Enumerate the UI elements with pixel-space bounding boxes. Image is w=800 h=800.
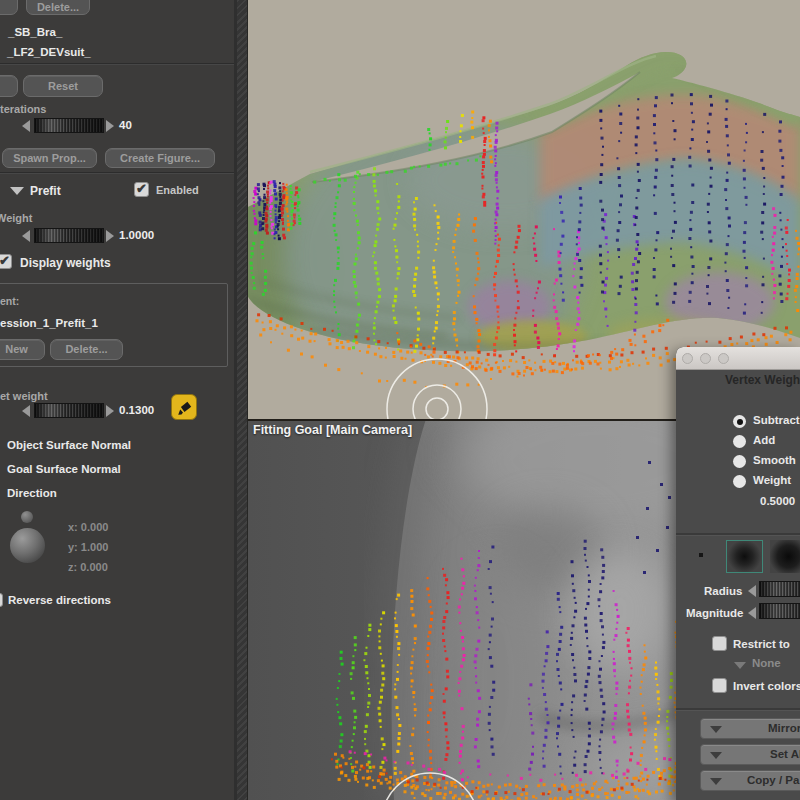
enabled-checkbox[interactable]: ✔ xyxy=(134,182,149,197)
copy-paste-section-button[interactable]: Copy / Pa xyxy=(700,770,800,791)
close-window-icon[interactable] xyxy=(682,353,693,364)
set-weight-value: 0.1300 xyxy=(119,404,154,416)
display-weights-checkbox[interactable]: ✔ xyxy=(0,254,12,269)
set-all-section-button[interactable]: Set All xyxy=(700,744,800,765)
weight-slider: 1.0000 xyxy=(0,228,234,244)
brush-value: 0.5000 xyxy=(760,495,795,507)
paint-weights-button[interactable] xyxy=(171,394,197,420)
application-window: Delete... _SB_Bra_ _LF2_DEVsuit_ Reset t… xyxy=(0,0,800,800)
session-current-label: ent: xyxy=(0,295,19,307)
iterations-slider: 40 xyxy=(0,118,234,134)
radio-add-label: Add xyxy=(753,434,775,446)
set-weight-increment[interactable] xyxy=(106,405,114,417)
prefit-collapse-icon[interactable] xyxy=(10,187,24,195)
check-icon: ✔ xyxy=(0,253,10,268)
weight-slider-track[interactable] xyxy=(34,228,104,243)
invert-colors-label: Invert colors xyxy=(733,680,800,692)
radio-smooth-label: Smooth xyxy=(753,454,796,466)
radio-subtract[interactable] xyxy=(733,415,746,428)
reverse-directions-checkbox[interactable] xyxy=(0,593,3,607)
session-delete-button[interactable]: Delete... xyxy=(50,339,123,360)
restrict-dropdown-value[interactable]: None xyxy=(752,657,781,669)
partial-button-reset-row[interactable] xyxy=(0,75,18,97)
prop-name-sb-bra[interactable]: _SB_Bra_ xyxy=(8,26,62,38)
mirror-label: Mirror xyxy=(768,722,800,734)
session-new-button[interactable]: New xyxy=(0,339,45,360)
prop-name-lf2-devsuit[interactable]: _LF2_DEVsuit_ xyxy=(7,46,91,58)
magnitude-decrement[interactable] xyxy=(748,607,756,619)
iterations-value: 40 xyxy=(119,119,132,131)
brush-icon xyxy=(176,399,194,417)
window-titlebar[interactable] xyxy=(676,347,800,370)
set-weight-slider-track[interactable] xyxy=(34,403,104,418)
radio-weight[interactable] xyxy=(733,475,746,488)
invert-colors-checkbox[interactable] xyxy=(712,678,727,693)
radius-decrement[interactable] xyxy=(748,585,756,597)
spawn-prop-button[interactable]: Spawn Prop... xyxy=(2,148,97,168)
prefit-section-title[interactable]: Prefit xyxy=(30,184,61,198)
weight-increment[interactable] xyxy=(106,230,114,242)
vertex-weights-window: Vertex Weight Subtract Add Smooth Weight… xyxy=(676,347,800,800)
option-object-surface-normal[interactable]: Object Surface Normal xyxy=(7,439,131,451)
radio-subtract-label: Subtract xyxy=(753,414,800,426)
brush-size-dot[interactable] xyxy=(699,553,703,557)
direction-trackball[interactable] xyxy=(10,528,45,563)
magnitude-label: Magnitude xyxy=(686,607,744,619)
viewport-camera-label: Fitting Goal [Main Camera] xyxy=(253,423,412,437)
mirror-collapse-icon xyxy=(710,726,722,733)
radius-label: Radius xyxy=(704,585,742,597)
weight-decrement[interactable] xyxy=(22,230,30,242)
direction-ball-handle[interactable] xyxy=(21,511,33,523)
iterations-decrement[interactable] xyxy=(22,120,30,132)
magnitude-slider-track[interactable] xyxy=(759,603,800,619)
set-all-collapse-icon xyxy=(710,752,722,759)
reverse-directions-label: Reverse directions xyxy=(8,594,111,606)
bra-mesh xyxy=(248,52,800,390)
set-weight-label: et weight xyxy=(0,390,48,402)
brush-preview-large[interactable] xyxy=(770,540,800,573)
panel-splitter[interactable] xyxy=(234,0,248,800)
check-icon: ✔ xyxy=(136,181,147,196)
window-title: Vertex Weight xyxy=(725,373,800,387)
radio-add[interactable] xyxy=(733,435,746,448)
display-weights-label: Display weights xyxy=(20,256,111,270)
set-all-label: Set All xyxy=(770,748,800,760)
mirror-section-button[interactable]: Mirror xyxy=(700,718,800,739)
radio-smooth[interactable] xyxy=(733,455,746,468)
minimize-window-icon[interactable] xyxy=(700,353,711,364)
enabled-label: Enabled xyxy=(156,184,199,196)
option-direction[interactable]: Direction xyxy=(7,487,57,499)
copy-paste-label: Copy / Pa xyxy=(747,774,799,786)
set-weight-decrement[interactable] xyxy=(22,405,30,417)
vertex-weights-body: Vertex Weight Subtract Add Smooth Weight… xyxy=(676,347,800,800)
radio-weight-label: Weight xyxy=(753,474,791,486)
weight-label: Weight xyxy=(0,212,32,224)
left-parameters-panel: Delete... _SB_Bra_ _LF2_DEVsuit_ Reset t… xyxy=(0,0,234,800)
direction-y-value: y: 1.000 xyxy=(68,541,108,553)
option-goal-surface-normal[interactable]: Goal Surface Normal xyxy=(7,463,121,475)
iterations-slider-track[interactable] xyxy=(34,118,104,133)
restrict-to-label: Restrict to xyxy=(733,638,790,650)
direction-x-value: x: 0.000 xyxy=(68,521,108,533)
iterations-label: terations xyxy=(0,103,46,115)
reset-button[interactable]: Reset xyxy=(23,75,103,97)
copy-paste-collapse-icon xyxy=(710,778,722,785)
delete-prop-button[interactable]: Delete... xyxy=(26,0,90,15)
weight-value: 1.0000 xyxy=(119,229,154,241)
partial-button-top[interactable] xyxy=(0,0,18,15)
brush-preview-selected[interactable] xyxy=(726,540,763,573)
set-weight-slider: 0.1300 xyxy=(0,403,234,419)
iterations-increment[interactable] xyxy=(106,120,114,132)
create-figure-button[interactable]: Create Figure... xyxy=(105,148,215,168)
direction-z-value: z: 0.000 xyxy=(68,561,108,573)
restrict-dropdown-icon[interactable] xyxy=(734,662,746,669)
radius-slider-track[interactable] xyxy=(759,581,800,597)
zoom-window-icon[interactable] xyxy=(718,353,729,364)
restrict-to-checkbox[interactable] xyxy=(712,636,727,651)
session-name: ession_1_Prefit_1 xyxy=(0,317,98,329)
